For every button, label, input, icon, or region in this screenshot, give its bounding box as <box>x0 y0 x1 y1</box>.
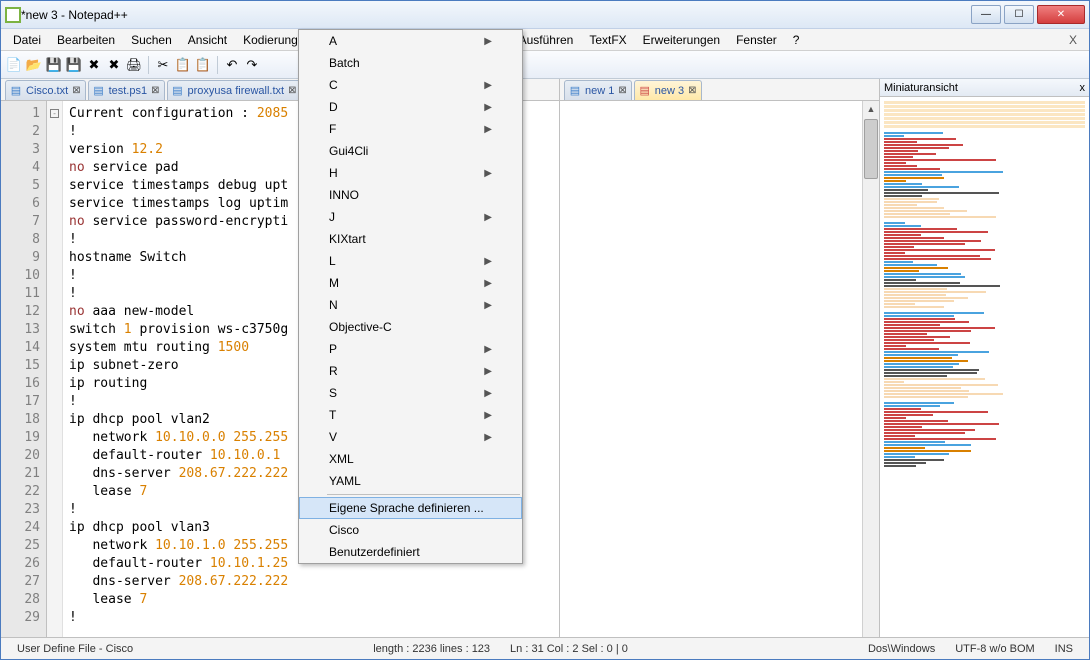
status-filetype: User Define File - Cisco <box>7 643 143 655</box>
menu-fenster[interactable]: Fenster <box>728 31 785 49</box>
fold-toggle[interactable]: - <box>50 109 59 118</box>
tab[interactable]: ▤proxyusa firewall.txt⊠ <box>167 80 302 100</box>
toolbar: 📄 📂 💾 💾 ✖ ✖ 🖨 ✂ 📋 📋 ↶ ↷ <box>1 51 1089 79</box>
tab[interactable]: ▤new 3⊠ <box>634 80 702 100</box>
right-editor-blank[interactable] <box>560 101 862 637</box>
lang-item-batch[interactable]: Batch <box>299 52 522 74</box>
minimap-titlebar: Miniaturansicht x <box>880 79 1089 97</box>
tab[interactable]: ▤Cisco.txt⊠ <box>5 80 86 100</box>
language-dropdown: A▶BatchC▶D▶F▶Gui4CliH▶INNOJ▶KIXtartL▶M▶N… <box>298 29 523 564</box>
tab[interactable]: ▤new 1⊠ <box>564 80 632 100</box>
menu-kodierung[interactable]: Kodierung <box>235 31 306 49</box>
file-icon: ▤ <box>93 85 105 97</box>
tab-close-icon[interactable]: ⊠ <box>288 85 296 96</box>
close-icon[interactable]: ✖ <box>85 56 103 74</box>
lang-item[interactable]: Eigene Sprache definieren ... <box>299 497 522 519</box>
save-all-icon[interactable]: 💾 <box>65 56 83 74</box>
tab-close-icon[interactable]: ⊠ <box>618 85 626 96</box>
menu-?[interactable]: ? <box>785 31 808 49</box>
close-button[interactable]: ✕ <box>1037 5 1085 24</box>
lang-item-inno[interactable]: INNO <box>299 184 522 206</box>
lang-item-f[interactable]: F▶ <box>299 118 522 140</box>
lang-item-r[interactable]: R▶ <box>299 360 522 382</box>
copy-icon[interactable]: 📋 <box>174 56 192 74</box>
lang-item-s[interactable]: S▶ <box>299 382 522 404</box>
titlebar: *new 3 - Notepad++ — ☐ ✕ <box>1 1 1089 29</box>
minimap-title-text: Miniaturansicht <box>884 82 958 94</box>
right-tabstrip: ▤new 1⊠▤new 3⊠ <box>560 79 879 101</box>
lang-item[interactable]: Cisco <box>299 519 522 541</box>
lang-item-n[interactable]: N▶ <box>299 294 522 316</box>
menubar: DateiBearbeitenSuchenAnsichtKodierungSpr… <box>1 29 1089 51</box>
menu-erweiterungen[interactable]: Erweiterungen <box>635 31 728 49</box>
lang-item-objective-c[interactable]: Objective-C <box>299 316 522 338</box>
minimap-body[interactable] <box>880 97 1089 637</box>
maximize-button[interactable]: ☐ <box>1004 5 1034 24</box>
lang-item-m[interactable]: M▶ <box>299 272 522 294</box>
file-icon: ▤ <box>172 85 184 97</box>
tab-close-icon[interactable]: ⊠ <box>151 85 159 96</box>
lang-item-h[interactable]: H▶ <box>299 162 522 184</box>
lang-item-a[interactable]: A▶ <box>299 30 522 52</box>
app-window: *new 3 - Notepad++ — ☐ ✕ DateiBearbeiten… <box>0 0 1090 660</box>
workarea: ▤Cisco.txt⊠▤test.ps1⊠▤proxyusa firewall.… <box>1 79 1089 637</box>
minimize-button[interactable]: — <box>971 5 1001 24</box>
redo-icon[interactable]: ↷ <box>243 56 261 74</box>
lang-item[interactable]: Benutzerdefiniert <box>299 541 522 563</box>
line-number-gutter: 1234567891011121314151617181920212223242… <box>1 101 47 637</box>
cut-icon[interactable]: ✂ <box>154 56 172 74</box>
lang-item-l[interactable]: L▶ <box>299 250 522 272</box>
lang-item-kixtart[interactable]: KIXtart <box>299 228 522 250</box>
lang-item-t[interactable]: T▶ <box>299 404 522 426</box>
window-title: *new 3 - Notepad++ <box>21 8 971 22</box>
menu-textfx[interactable]: TextFX <box>581 31 634 49</box>
file-icon: ▤ <box>569 85 581 97</box>
statusbar: User Define File - Cisco length : 2236 l… <box>1 637 1089 659</box>
right-pane: ▤new 1⊠▤new 3⊠ ▲ <box>559 79 879 637</box>
close-all-icon[interactable]: ✖ <box>105 56 123 74</box>
file-icon: ▤ <box>639 85 651 97</box>
lang-item-p[interactable]: P▶ <box>299 338 522 360</box>
app-icon <box>5 7 21 23</box>
lang-item-xml[interactable]: XML <box>299 448 522 470</box>
save-icon[interactable]: 💾 <box>45 56 63 74</box>
menubar-close-x[interactable]: X <box>1061 33 1085 47</box>
minimap-close-icon[interactable]: x <box>1080 82 1086 94</box>
fold-margin: - <box>47 101 63 637</box>
tab-close-icon[interactable]: ⊠ <box>72 85 80 96</box>
lang-item-yaml[interactable]: YAML <box>299 470 522 492</box>
status-position: Ln : 31 Col : 2 Sel : 0 | 0 <box>500 643 638 655</box>
print-icon[interactable]: 🖨 <box>125 56 143 74</box>
status-eol: Dos\Windows <box>858 643 945 655</box>
status-insert-mode: INS <box>1045 643 1083 655</box>
tab-close-icon[interactable]: ⊠ <box>688 85 696 96</box>
lang-item-gui4cli[interactable]: Gui4Cli <box>299 140 522 162</box>
status-length: length : 2236 lines : 123 <box>363 643 500 655</box>
tab[interactable]: ▤test.ps1⊠ <box>88 80 165 100</box>
menu-datei[interactable]: Datei <box>5 31 49 49</box>
right-scrollbar[interactable]: ▲ <box>862 101 879 637</box>
lang-item-v[interactable]: V▶ <box>299 426 522 448</box>
menu-ansicht[interactable]: Ansicht <box>180 31 235 49</box>
lang-item-d[interactable]: D▶ <box>299 96 522 118</box>
status-encoding: UTF-8 w/o BOM <box>945 643 1044 655</box>
undo-icon[interactable]: ↶ <box>223 56 241 74</box>
file-icon: ▤ <box>10 85 22 97</box>
lang-item-c[interactable]: C▶ <box>299 74 522 96</box>
paste-icon[interactable]: 📋 <box>194 56 212 74</box>
menu-suchen[interactable]: Suchen <box>123 31 180 49</box>
open-file-icon[interactable]: 📂 <box>25 56 43 74</box>
lang-item-j[interactable]: J▶ <box>299 206 522 228</box>
menu-bearbeiten[interactable]: Bearbeiten <box>49 31 123 49</box>
new-file-icon[interactable]: 📄 <box>5 56 23 74</box>
minimap-panel: Miniaturansicht x <box>879 79 1089 637</box>
